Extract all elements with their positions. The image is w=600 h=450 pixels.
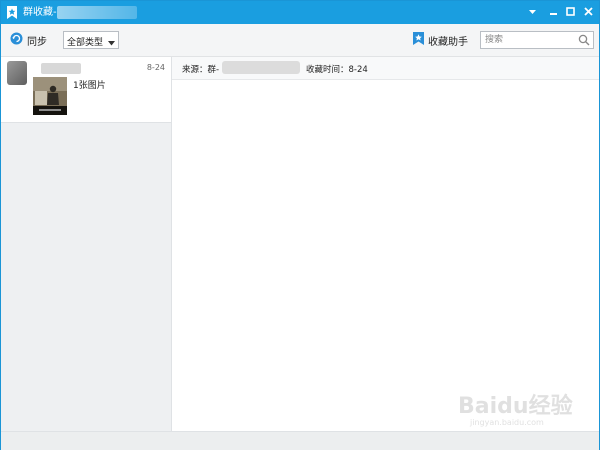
search-icon[interactable] xyxy=(578,34,590,49)
caret-down-icon xyxy=(108,38,115,49)
type-filter-select[interactable]: 全部类型 xyxy=(63,31,119,49)
detail-header: 来源：群- 收藏时间：8-24 xyxy=(172,57,599,80)
title-bar[interactable]: 群收藏- xyxy=(1,1,599,24)
detail-pane: 来源：群- 收藏时间：8-24 xyxy=(172,57,599,431)
redacted-source-name xyxy=(222,61,300,74)
dropdown-button[interactable] xyxy=(523,3,542,21)
image-thumbnail[interactable] xyxy=(33,77,67,115)
close-icon xyxy=(579,3,598,21)
window-title: 群收藏- xyxy=(23,7,57,18)
watermark-subtext: jingyan.baidu.com xyxy=(470,418,544,427)
avatar xyxy=(7,61,27,85)
list-item[interactable]: 8-24 1张图片 xyxy=(1,57,171,123)
bookmark-icon xyxy=(6,6,18,19)
maximize-icon xyxy=(561,3,580,21)
collection-assistant-button[interactable]: 收藏助手 xyxy=(413,32,468,48)
search-input[interactable] xyxy=(483,33,577,47)
close-button[interactable] xyxy=(579,3,598,21)
maximize-button[interactable] xyxy=(561,3,580,21)
item-date: 8-24 xyxy=(146,63,165,72)
baidu-watermark: Baidu经验 jingyan.baidu.com xyxy=(458,388,582,434)
sync-button[interactable]: 同步 xyxy=(10,32,47,48)
search-box[interactable] xyxy=(480,31,594,49)
watermark-text: Baidu经验 xyxy=(458,394,573,419)
sync-label: 同步 xyxy=(27,36,47,48)
sync-icon xyxy=(10,32,23,48)
redacted-sender-name xyxy=(41,63,81,74)
collection-list[interactable]: 8-24 1张图片 xyxy=(1,57,172,431)
collection-window: 群收藏- 同步 全部类型 收藏助手 搜索 8-24 1张图片 来源：群- 收藏时… xyxy=(0,0,600,450)
toolbar: 同步 全部类型 收藏助手 xyxy=(1,24,599,57)
collected-time: 收藏时间：8-24 xyxy=(306,65,368,75)
type-filter-value: 全部类型 xyxy=(67,38,104,48)
redacted-group-name xyxy=(57,6,137,19)
source-label: 来源：群- xyxy=(182,65,220,75)
chevron-down-icon xyxy=(523,3,542,21)
assistant-label: 收藏助手 xyxy=(428,36,468,48)
bookmark-star-icon xyxy=(413,32,424,48)
item-description: 1张图片 xyxy=(73,81,106,91)
